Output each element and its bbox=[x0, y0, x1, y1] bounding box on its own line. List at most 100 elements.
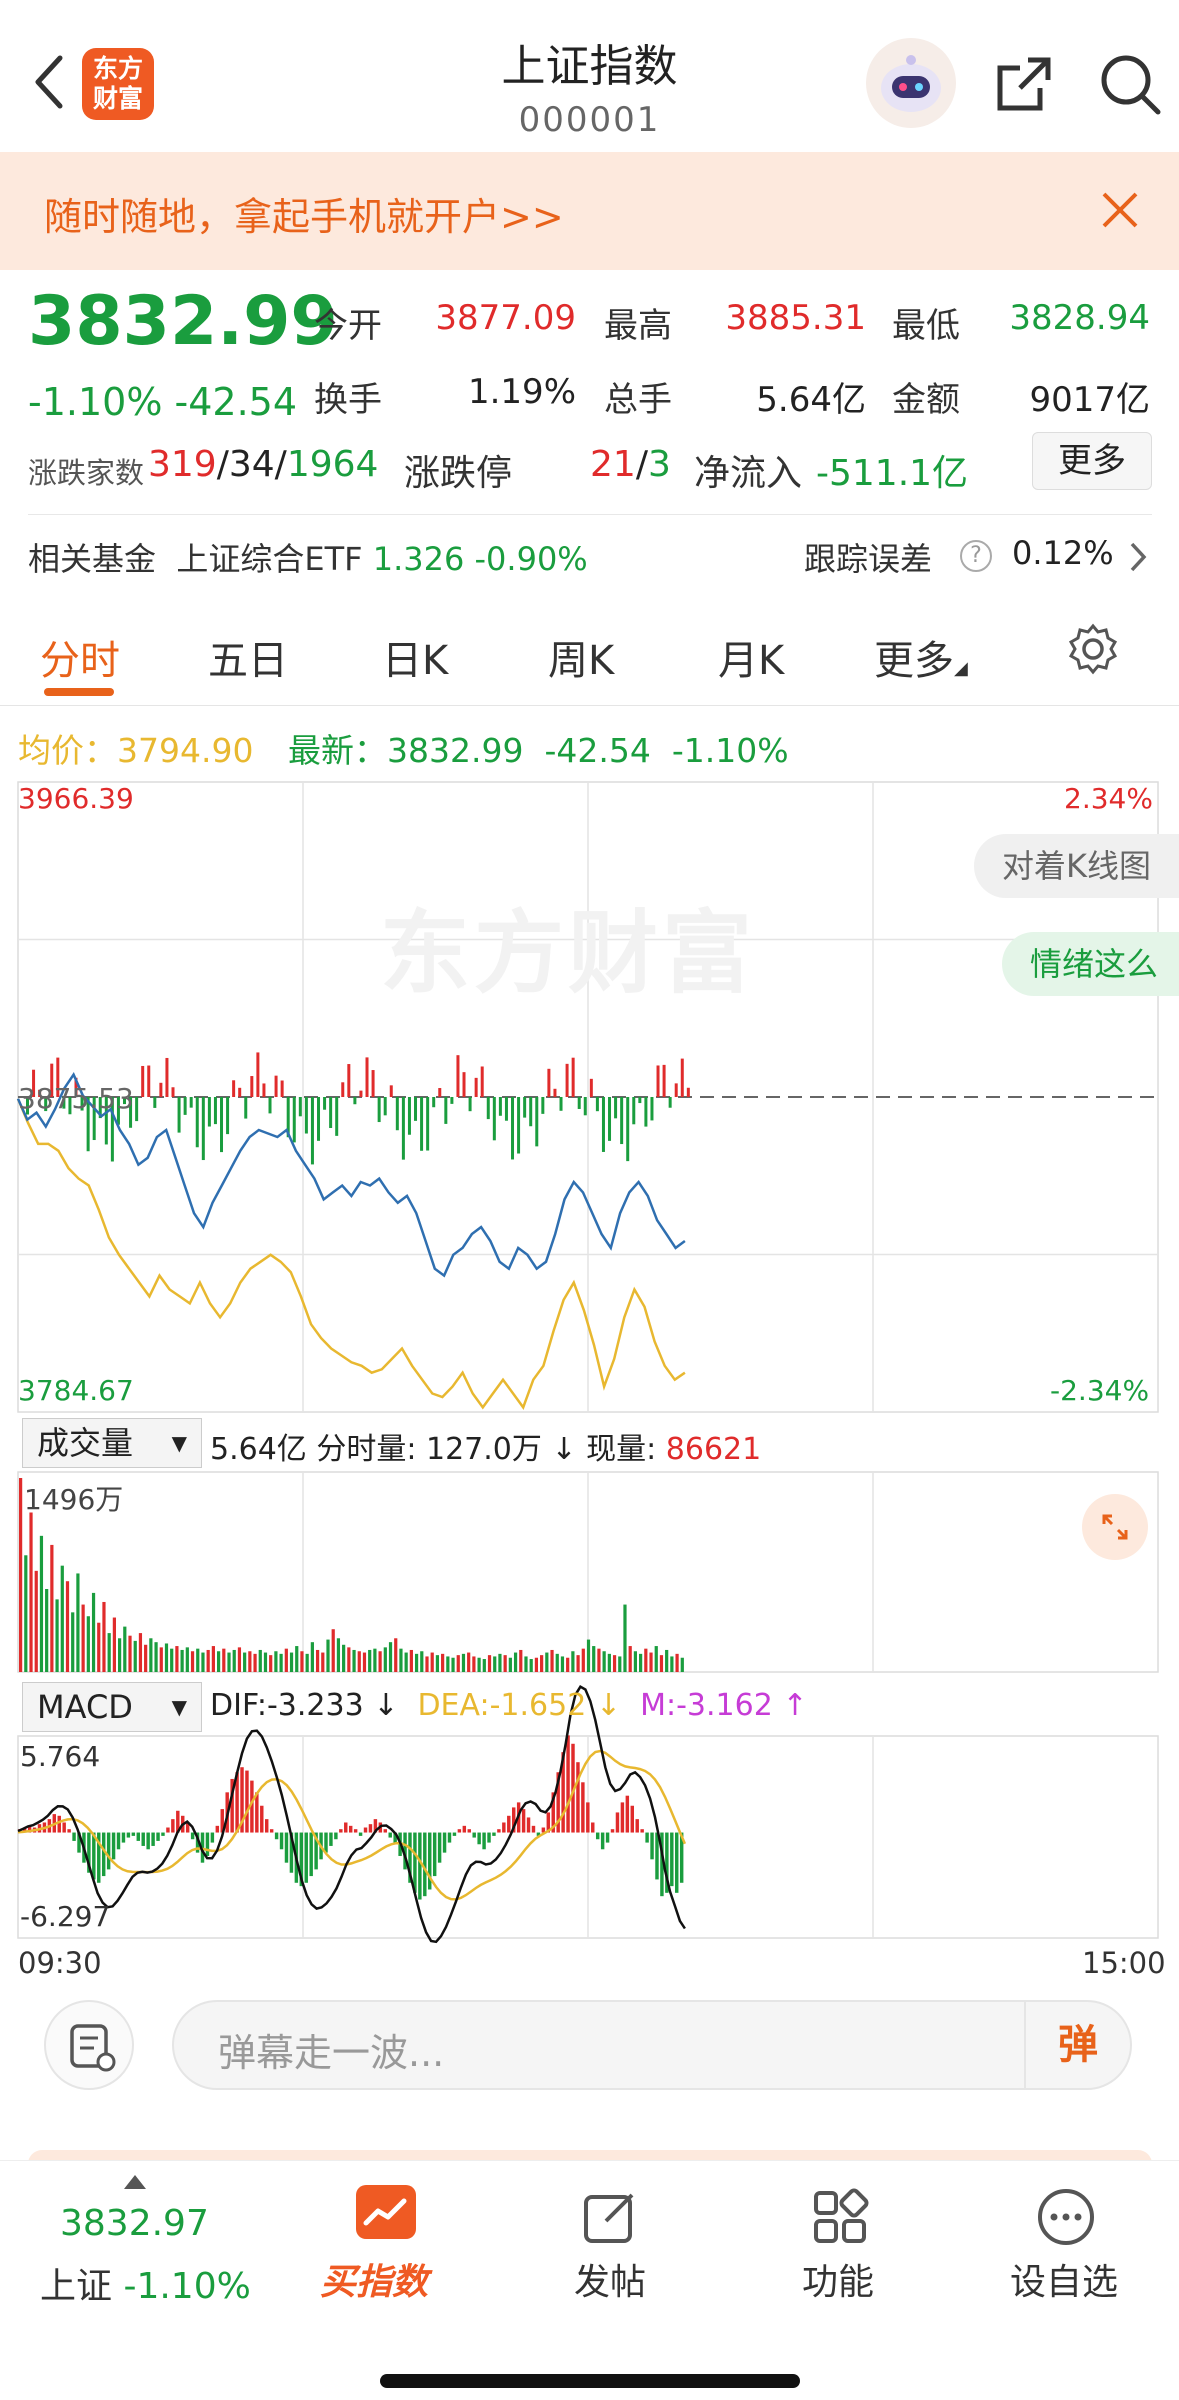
barrage-input[interactable]: 弹幕走一波... 弹 bbox=[172, 2000, 1132, 2090]
volume-bar bbox=[482, 1659, 486, 1672]
grid-icon[interactable] bbox=[810, 2187, 870, 2247]
volume-bar bbox=[206, 1649, 210, 1672]
chevron-right-icon[interactable] bbox=[1128, 540, 1148, 574]
robot-assistant-icon[interactable] bbox=[866, 38, 956, 128]
volume-bar bbox=[284, 1648, 288, 1672]
share-icon[interactable] bbox=[992, 52, 1056, 116]
index-mini-name[interactable]: 上证 -1.10% bbox=[40, 2257, 251, 2309]
limit-values: 21/3 bbox=[590, 444, 671, 485]
volume-bar bbox=[378, 1651, 382, 1672]
open-label: 今开 bbox=[314, 306, 382, 346]
flow-bar bbox=[135, 1097, 139, 1122]
post-label[interactable]: 发帖 bbox=[574, 2253, 646, 2305]
tab-more[interactable]: 更多◢ bbox=[874, 628, 968, 686]
turnover-value: 1.19% bbox=[467, 372, 576, 412]
volume-bar bbox=[248, 1651, 252, 1672]
barrage-bubble[interactable]: 情绪这么 bbox=[1002, 932, 1179, 996]
macd-selector[interactable]: MACD ▼ bbox=[22, 1682, 202, 1732]
macd-bar bbox=[507, 1815, 511, 1833]
index-mini-price[interactable]: 3832.97 bbox=[60, 2203, 209, 2244]
flow-bar bbox=[244, 1097, 248, 1119]
macd-bar bbox=[521, 1809, 526, 1833]
search-icon[interactable] bbox=[1098, 52, 1162, 116]
volume-bar bbox=[175, 1646, 179, 1672]
watchlist-label[interactable]: 设自选 bbox=[1010, 2253, 1118, 2305]
flow-bar bbox=[141, 1065, 145, 1097]
prev-close-label: 3875.53 bbox=[18, 1082, 134, 1115]
macd-bar bbox=[457, 1829, 462, 1833]
flow-bar bbox=[280, 1080, 284, 1097]
header: 东方 财富 上证指数 000001 bbox=[0, 0, 1179, 152]
macd-bar bbox=[92, 1832, 96, 1880]
macd-bar bbox=[635, 1819, 639, 1833]
macd-bar bbox=[526, 1817, 531, 1833]
flow-bar bbox=[444, 1097, 448, 1124]
volume-bar bbox=[279, 1653, 283, 1672]
volume-bar bbox=[675, 1653, 679, 1672]
close-icon[interactable] bbox=[1098, 188, 1142, 232]
macd-bar bbox=[605, 1832, 610, 1843]
flow-bar bbox=[304, 1097, 308, 1134]
macd-bar bbox=[106, 1832, 111, 1870]
volume-bar bbox=[394, 1638, 398, 1672]
volume-bar bbox=[352, 1649, 356, 1672]
volume-bar bbox=[133, 1640, 137, 1672]
macd-bar bbox=[566, 1735, 570, 1833]
more-button[interactable]: 更多 bbox=[1032, 432, 1152, 490]
flow-bar bbox=[668, 1097, 672, 1108]
flow-bar bbox=[656, 1065, 660, 1097]
flow-bar bbox=[262, 1083, 266, 1097]
volume-bar bbox=[269, 1655, 273, 1672]
amount-label: 金额 bbox=[892, 380, 960, 420]
edit-icon[interactable] bbox=[580, 2187, 640, 2247]
help-icon[interactable]: ? bbox=[960, 540, 992, 572]
flow-bar bbox=[232, 1080, 236, 1097]
volume-bar bbox=[310, 1642, 314, 1672]
tab-intraday[interactable]: 分时 bbox=[40, 628, 120, 686]
tab-weekly-k[interactable]: 周K bbox=[548, 628, 614, 686]
barrage-bubble[interactable]: 对着K线图 bbox=[974, 834, 1179, 898]
volume-bar bbox=[154, 1642, 158, 1672]
breadth-values: 319/34/1964 bbox=[148, 444, 379, 485]
expand-icon[interactable] bbox=[1082, 1494, 1148, 1560]
macd-bar bbox=[655, 1832, 659, 1880]
flow-bar bbox=[486, 1097, 490, 1120]
buy-index-icon[interactable] bbox=[356, 2185, 416, 2239]
gear-icon[interactable] bbox=[1066, 622, 1120, 676]
volume-bar bbox=[336, 1638, 341, 1672]
flow-bar bbox=[565, 1063, 569, 1097]
macd-bar bbox=[418, 1832, 422, 1900]
open-account-banner[interactable]: 随时随地，拿起手机就开户>> bbox=[0, 152, 1179, 270]
send-barrage-button[interactable]: 弹 bbox=[1024, 2002, 1130, 2088]
volume-bar bbox=[425, 1656, 429, 1672]
tab-daily-k[interactable]: 日K bbox=[382, 628, 448, 686]
volume-bar bbox=[414, 1653, 419, 1672]
volume-bar bbox=[451, 1657, 455, 1672]
banner-text[interactable]: 随时随地，拿起手机就开户>> bbox=[44, 186, 564, 241]
macd-bar bbox=[131, 1832, 136, 1836]
volume-bar bbox=[211, 1646, 215, 1672]
flow-bar bbox=[547, 1068, 551, 1097]
tab-monthly-k[interactable]: 月K bbox=[718, 628, 784, 686]
flow-bar bbox=[571, 1057, 575, 1097]
function-label[interactable]: 功能 bbox=[802, 2253, 874, 2305]
low-label: 最低 bbox=[892, 306, 960, 346]
macd-bar bbox=[576, 1762, 580, 1833]
volume-bar bbox=[326, 1639, 330, 1672]
barrage-settings-icon[interactable] bbox=[44, 2000, 134, 2090]
flow-bar bbox=[377, 1097, 381, 1123]
caret-up-icon[interactable] bbox=[124, 2175, 146, 2189]
volume-bar bbox=[180, 1649, 184, 1672]
macd-bar bbox=[487, 1832, 491, 1843]
flow-bar bbox=[595, 1097, 599, 1112]
volume-bar bbox=[586, 1639, 591, 1672]
volume-bar bbox=[456, 1655, 460, 1672]
more-dots-icon[interactable] bbox=[1036, 2187, 1096, 2247]
fund-row[interactable]: 相关基金 上证综合ETF 1.326 -0.90% bbox=[28, 534, 588, 580]
volume-bar bbox=[315, 1649, 320, 1672]
volume-selector[interactable]: 成交量 ▼ bbox=[22, 1418, 202, 1468]
buy-index-label[interactable]: 买指数 bbox=[320, 2253, 428, 2305]
volume-bar bbox=[39, 1535, 44, 1672]
volume-bar bbox=[300, 1651, 304, 1672]
tab-five-day[interactable]: 五日 bbox=[208, 628, 288, 686]
